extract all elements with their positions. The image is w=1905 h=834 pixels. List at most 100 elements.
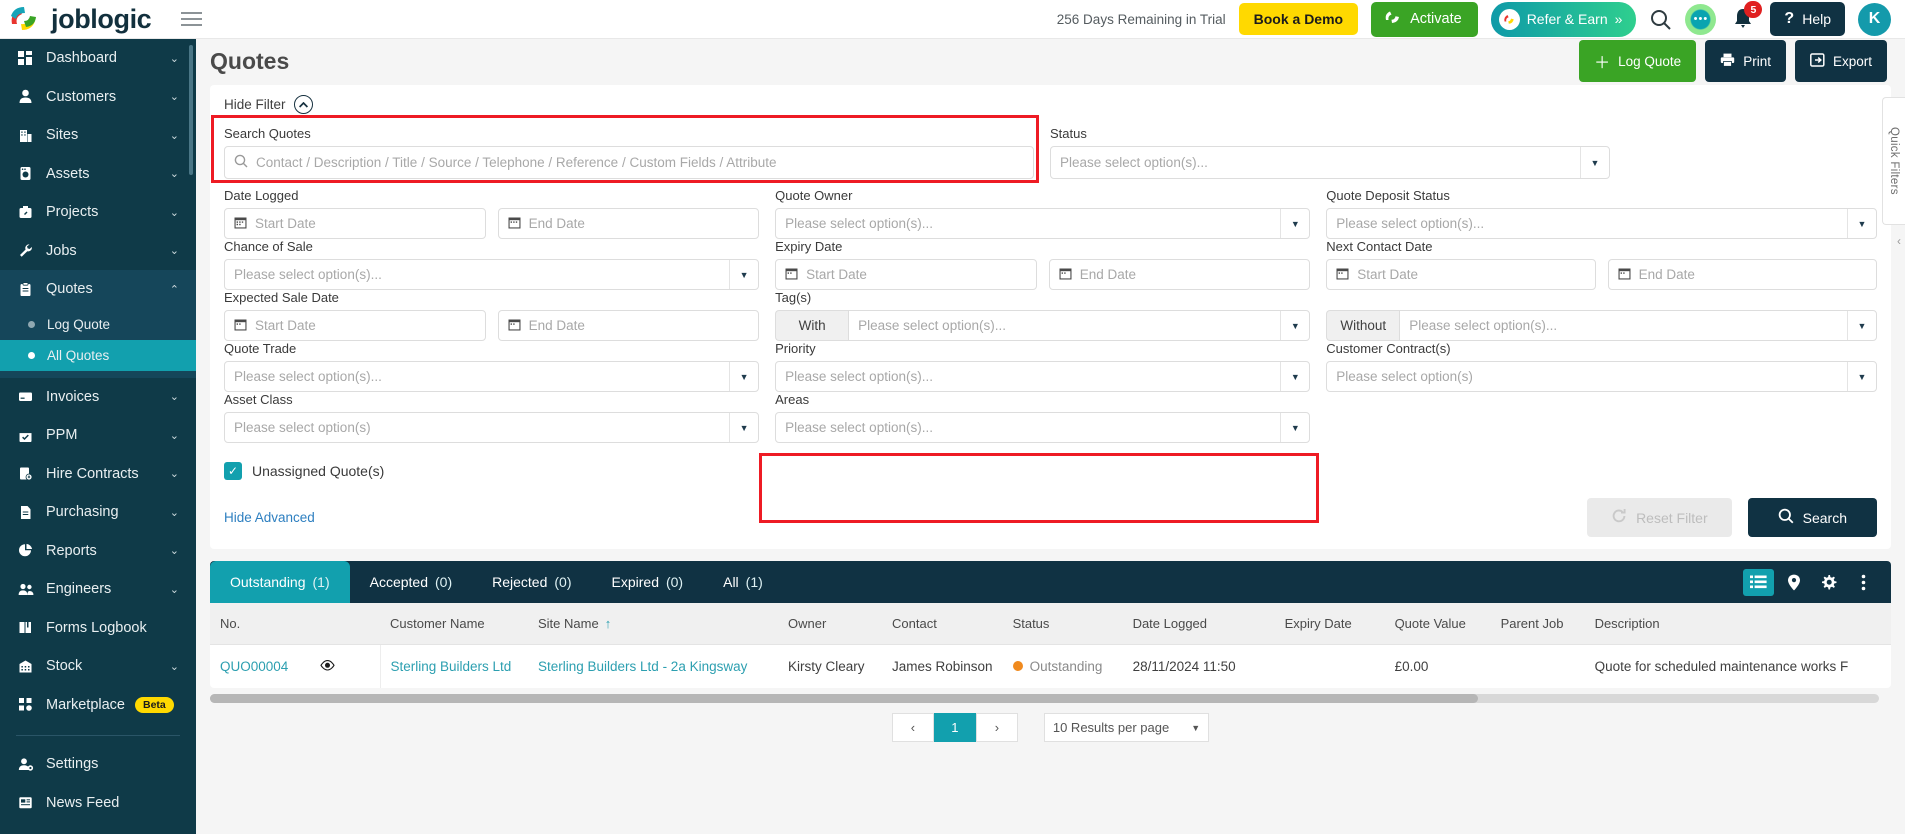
sidebar-item-engineers[interactable]: Engineers ⌄ bbox=[0, 570, 196, 609]
activate-button[interactable]: Activate bbox=[1371, 1, 1478, 37]
pagination-next[interactable]: › bbox=[975, 713, 1018, 742]
list-view-icon[interactable] bbox=[1743, 568, 1774, 596]
column-header-quote-value[interactable]: Quote Value bbox=[1384, 603, 1491, 645]
expiry-date-start-input[interactable]: Start Date bbox=[775, 259, 1037, 290]
search-quotes-input[interactable]: Contact / Description / Title / Source /… bbox=[224, 146, 1034, 179]
hamburger-icon[interactable] bbox=[181, 12, 203, 26]
quick-filters-rail[interactable]: Quick Filters bbox=[1882, 97, 1905, 225]
chevron-down-icon[interactable]: ▼ bbox=[1280, 362, 1309, 391]
column-header-parent-job[interactable]: Parent Job bbox=[1490, 603, 1585, 645]
chevron-down-icon[interactable]: ▼ bbox=[1847, 362, 1876, 391]
search-icon[interactable] bbox=[1649, 8, 1672, 31]
expiry-date-end-input[interactable]: End Date bbox=[1048, 259, 1311, 290]
chevron-down-icon[interactable]: ▼ bbox=[1280, 413, 1309, 442]
sidebar-item-forms-logbook[interactable]: Forms Logbook bbox=[0, 609, 196, 648]
print-button[interactable]: Print bbox=[1705, 40, 1786, 82]
customer-contracts-select[interactable]: Please select option(s) ▼ bbox=[1326, 361, 1877, 392]
expected-sale-end-input[interactable]: End Date bbox=[497, 310, 760, 341]
expected-sale-start-input[interactable]: Start Date bbox=[224, 310, 486, 341]
eye-icon[interactable] bbox=[320, 659, 335, 674]
sidebar-item-ppm[interactable]: PPM ⌄ bbox=[0, 416, 196, 455]
export-button[interactable]: Export bbox=[1794, 40, 1887, 82]
column-header-expiry-date[interactable]: Expiry Date bbox=[1274, 603, 1385, 645]
column-header-contact[interactable]: Contact bbox=[882, 603, 1003, 645]
tag-with-select[interactable]: Please select option(s)... ▼ bbox=[848, 310, 1311, 341]
reset-filter-button[interactable]: Reset Filter bbox=[1587, 498, 1732, 537]
date-logged-end-input[interactable]: End Date bbox=[497, 208, 760, 239]
tab-rejected[interactable]: Rejected (0) bbox=[472, 561, 591, 603]
asset-class-select[interactable]: Please select option(s) ▼ bbox=[224, 412, 760, 443]
areas-select[interactable]: Please select option(s)... ▼ bbox=[775, 412, 1311, 443]
sidebar-item-purchasing[interactable]: Purchasing ⌄ bbox=[0, 493, 196, 532]
avatar[interactable]: K bbox=[1858, 2, 1891, 36]
tag-without-select[interactable]: Please select option(s)... ▼ bbox=[1399, 310, 1877, 341]
chevron-down-icon[interactable]: ▼ bbox=[1580, 147, 1609, 178]
pagination-prev[interactable]: ‹ bbox=[891, 713, 934, 742]
sidebar-item-customers[interactable]: Customers ⌄ bbox=[0, 78, 196, 117]
sidebar-item-dashboard[interactable]: Dashboard ⌄ bbox=[0, 39, 196, 78]
tag-without-button[interactable]: Without bbox=[1326, 310, 1400, 341]
sidebar-item-news-feed[interactable]: News Feed bbox=[0, 784, 196, 823]
tab-accepted[interactable]: Accepted (0) bbox=[350, 561, 473, 603]
hide-filter-toggle[interactable]: Hide Filter bbox=[224, 95, 1877, 114]
column-header-site-name[interactable]: Site Name ↑ bbox=[528, 603, 778, 645]
tab-expired[interactable]: Expired (0) bbox=[592, 561, 704, 603]
tab-outstanding[interactable]: Outstanding (1) bbox=[210, 561, 350, 603]
sidebar-item-invoices[interactable]: Invoices ⌄ bbox=[0, 378, 196, 417]
chevron-down-icon[interactable]: ▼ bbox=[1280, 209, 1309, 238]
pagination-page-1[interactable]: 1 bbox=[933, 713, 976, 742]
column-header-no[interactable]: No. bbox=[210, 603, 380, 645]
search-button[interactable]: Search bbox=[1747, 498, 1877, 537]
next-contact-end-input[interactable]: End Date bbox=[1607, 259, 1877, 290]
logo[interactable]: joblogic bbox=[0, 4, 152, 35]
quote-trade-select[interactable]: Please select option(s)... ▼ bbox=[224, 361, 760, 392]
refer-earn-button[interactable]: Refer & Earn » bbox=[1490, 1, 1637, 37]
sidebar-item-reports[interactable]: Reports ⌄ bbox=[0, 532, 196, 571]
sidebar-item-quotes[interactable]: Quotes ⌃ bbox=[0, 270, 196, 309]
sidebar-item-jobs[interactable]: Jobs ⌄ bbox=[0, 232, 196, 271]
chevron-down-icon[interactable]: ▼ bbox=[729, 260, 758, 289]
column-header-description[interactable]: Description bbox=[1584, 603, 1891, 645]
table-horizontal-scrollbar[interactable] bbox=[210, 694, 1879, 703]
date-logged-start-input[interactable]: Start Date bbox=[224, 208, 486, 239]
customer-link[interactable]: Sterling Builders Ltd bbox=[391, 659, 512, 674]
help-button[interactable]: ? Help bbox=[1770, 2, 1845, 36]
sidebar-item-settings[interactable]: Settings bbox=[0, 745, 196, 784]
map-pin-icon[interactable] bbox=[1778, 569, 1809, 596]
sidebar-item-all-quotes[interactable]: All Quotes bbox=[0, 339, 196, 371]
tab-all[interactable]: All (1) bbox=[703, 561, 783, 603]
sidebar-item-stock[interactable]: Stock ⌄ bbox=[0, 647, 196, 686]
quote-deposit-status-select[interactable]: Please select option(s)... ▼ bbox=[1326, 208, 1877, 239]
results-per-page-select[interactable]: 10 Results per page ▼ bbox=[1043, 713, 1210, 742]
chevron-left-icon[interactable]: ‹ bbox=[1897, 234, 1901, 248]
sidebar-item-sites[interactable]: Sites ⌄ bbox=[0, 116, 196, 155]
sidebar-item-assets[interactable]: Assets ⌄ bbox=[0, 155, 196, 194]
column-header-status[interactable]: Status bbox=[1002, 603, 1123, 645]
book-demo-button[interactable]: Book a Demo bbox=[1238, 3, 1359, 35]
chance-of-sale-select[interactable]: Please select option(s)... ▼ bbox=[224, 259, 760, 290]
hide-advanced-link[interactable]: Hide Advanced bbox=[224, 510, 315, 525]
column-header-customer-name[interactable]: Customer Name bbox=[380, 603, 528, 645]
notifications-bell-icon[interactable]: 5 bbox=[1729, 1, 1763, 33]
sidebar-item-projects[interactable]: Projects ⌄ bbox=[0, 193, 196, 232]
table-row[interactable]: QUO00004 Sterling Builders Ltd Sterling … bbox=[210, 644, 1891, 688]
tag-with-button[interactable]: With bbox=[775, 310, 849, 341]
chevron-down-icon[interactable]: ▼ bbox=[729, 362, 758, 391]
quote-owner-select[interactable]: Please select option(s)... ▼ bbox=[775, 208, 1311, 239]
sidebar-item-marketplace[interactable]: Marketplace Beta bbox=[0, 686, 196, 725]
chevron-down-icon[interactable]: ▼ bbox=[729, 413, 758, 442]
unassigned-quotes-checkbox[interactable]: ✓ bbox=[224, 462, 242, 480]
next-contact-start-input[interactable]: Start Date bbox=[1326, 259, 1596, 290]
chevron-down-icon[interactable]: ▼ bbox=[1847, 209, 1876, 238]
column-header-owner[interactable]: Owner bbox=[778, 603, 882, 645]
quote-number-link[interactable]: QUO00004 bbox=[220, 659, 288, 674]
chevron-down-icon[interactable]: ▼ bbox=[1847, 311, 1876, 340]
column-header-date-logged[interactable]: Date Logged bbox=[1122, 603, 1275, 645]
status-select[interactable]: Please select option(s)... ▼ bbox=[1050, 146, 1610, 179]
more-vertical-icon[interactable] bbox=[1848, 569, 1879, 596]
gear-icon[interactable] bbox=[1813, 569, 1844, 596]
chat-icon[interactable]: ••• bbox=[1685, 3, 1717, 35]
site-link[interactable]: Sterling Builders Ltd - 2a Kingsway bbox=[538, 659, 747, 674]
sidebar-item-log-quote[interactable]: Log Quote bbox=[0, 308, 196, 340]
sidebar-item-hire-contracts[interactable]: Hire Contracts ⌄ bbox=[0, 455, 196, 494]
